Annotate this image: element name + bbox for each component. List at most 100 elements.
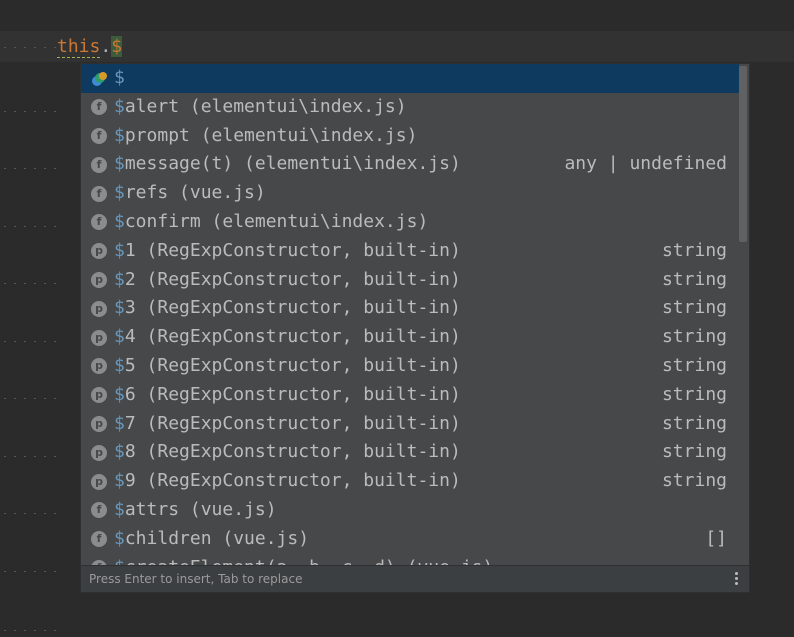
completion-item-label: $5 (RegExpConstructor, built-in) <box>114 352 461 381</box>
completion-item[interactable]: p $3 (RegExpConstructor, built-in) string <box>81 294 739 323</box>
completion-item-prefix: $ <box>114 95 125 117</box>
completion-item[interactable]: p $8 (RegExpConstructor, built-in) string <box>81 438 739 467</box>
code-line[interactable]: this.$ <box>57 35 123 59</box>
completion-item-prefix: $ <box>114 470 125 492</box>
completion-item-label: $4 (RegExpConstructor, built-in) <box>114 323 461 352</box>
indent-guide <box>0 283 58 284</box>
property-icon: p <box>91 243 107 260</box>
completion-item[interactable]: f $attrs (vue.js) <box>81 496 739 525</box>
completion-item-name: 2 (RegExpConstructor, built-in) <box>124 268 461 290</box>
indent-guide <box>0 630 58 631</box>
indent-guide <box>0 168 58 169</box>
function-icon: f <box>91 185 107 202</box>
completion-item-name: 6 (RegExpConstructor, built-in) <box>124 383 461 405</box>
completion-item-type: string <box>661 268 727 290</box>
property-icon: p <box>91 300 107 317</box>
completion-item-label: $refs (vue.js) <box>114 179 266 208</box>
completion-item-type: string <box>661 326 727 348</box>
completion-item[interactable]: p $5 (RegExpConstructor, built-in) string <box>81 352 739 381</box>
completion-item-prefix: $ <box>114 297 125 319</box>
completion-item-name: refs (vue.js) <box>124 182 266 204</box>
completion-footer-hint: Press Enter to insert, Tab to replace <box>89 572 303 586</box>
vue-icon <box>91 70 107 87</box>
completion-item-name: attrs (vue.js) <box>124 498 277 520</box>
function-icon: f <box>91 531 107 548</box>
completion-item-type: string <box>661 470 727 492</box>
completion-item-type: string <box>661 441 727 463</box>
completion-item-name: 3 (RegExpConstructor, built-in) <box>124 297 461 319</box>
completion-popup[interactable]: $ f $alert (elementui\index.js) f $prompt (e… <box>80 63 750 593</box>
completion-item-label: $3 (RegExpConstructor, built-in) <box>114 294 461 323</box>
function-icon: f <box>91 156 107 173</box>
completion-list[interactable]: $ f $alert (elementui\index.js) f $prompt (e… <box>81 64 739 567</box>
completion-item[interactable]: p $1 (RegExpConstructor, built-in) string <box>81 237 739 266</box>
completion-item-type: [] <box>705 527 727 549</box>
completion-item-prefix: $ <box>114 326 125 348</box>
completion-item-prefix: $ <box>114 268 125 290</box>
function-icon: f <box>91 99 107 116</box>
completion-item-label: $9 (RegExpConstructor, built-in) <box>114 467 461 496</box>
completion-item-name: 4 (RegExpConstructor, built-in) <box>124 326 461 348</box>
completion-item-prefix: $ <box>114 498 125 520</box>
completion-item-prefix: $ <box>114 441 125 463</box>
completion-item-type: any | undefined <box>564 153 727 175</box>
property-icon: p <box>91 415 107 432</box>
completion-item-prefix: $ <box>114 354 125 376</box>
completion-item-type: string <box>661 354 727 376</box>
property-icon: p <box>91 473 107 490</box>
completion-item-name: 9 (RegExpConstructor, built-in) <box>124 470 461 492</box>
completion-item[interactable]: p $2 (RegExpConstructor, built-in) string <box>81 266 739 295</box>
code-dot: . <box>100 36 112 57</box>
function-icon: f <box>91 502 107 519</box>
indent-guide <box>0 226 58 227</box>
completion-item[interactable]: p $6 (RegExpConstructor, built-in) string <box>81 381 739 410</box>
completion-item[interactable]: f $children (vue.js) [] <box>81 525 739 554</box>
function-icon: f <box>91 214 107 231</box>
indent-guide <box>0 513 58 514</box>
completion-item-prefix: $ <box>114 124 125 146</box>
completion-item-label: $prompt (elementui\index.js) <box>114 122 417 151</box>
completion-item-label: $attrs (vue.js) <box>114 496 277 525</box>
completion-item-type: string <box>661 239 727 261</box>
indent-guide <box>0 111 58 112</box>
completion-item[interactable]: p $4 (RegExpConstructor, built-in) string <box>81 323 739 352</box>
completion-item-name: 5 (RegExpConstructor, built-in) <box>124 354 461 376</box>
completion-item-name: confirm (elementui\index.js) <box>124 210 429 232</box>
completion-item[interactable]: $ <box>81 64 739 93</box>
completion-item-label: $7 (RegExpConstructor, built-in) <box>114 410 461 439</box>
completion-item-name: children (vue.js) <box>124 527 310 549</box>
completion-item[interactable]: f $confirm (elementui\index.js) <box>81 208 739 237</box>
completion-item-name: prompt (elementui\index.js) <box>124 124 418 146</box>
property-icon: p <box>91 444 107 461</box>
indent-guide <box>0 398 58 399</box>
completion-item-name: message(t) (elementui\index.js) <box>124 153 461 175</box>
editor-top-area <box>0 0 794 30</box>
property-icon: p <box>91 387 107 404</box>
function-icon: f <box>91 127 107 144</box>
completion-item[interactable]: f $prompt (elementui\index.js) <box>81 122 739 151</box>
completion-item-prefix: $ <box>114 182 125 204</box>
code-typed-text: $ <box>111 36 123 57</box>
completion-item[interactable]: p $9 (RegExpConstructor, built-in) string <box>81 467 739 496</box>
completion-item-label: $8 (RegExpConstructor, built-in) <box>114 438 461 467</box>
completion-item-prefix: $ <box>114 210 125 232</box>
completion-item-label: $children (vue.js) <box>114 525 309 554</box>
completion-item[interactable]: f $refs (vue.js) <box>81 179 739 208</box>
completion-item-type: string <box>661 297 727 319</box>
completion-item[interactable]: p $7 (RegExpConstructor, built-in) string <box>81 410 739 439</box>
completion-item-label: $1 (RegExpConstructor, built-in) <box>114 237 461 266</box>
completion-item-prefix: $ <box>114 239 125 261</box>
completion-item-prefix: $ <box>114 527 125 549</box>
completion-item-prefix: $ <box>114 67 125 88</box>
property-icon: p <box>91 358 107 375</box>
completion-scrollbar-thumb[interactable] <box>739 66 747 242</box>
completion-item[interactable]: f $alert (elementui\index.js) <box>81 93 739 122</box>
completion-item-name: 1 (RegExpConstructor, built-in) <box>124 239 461 261</box>
completion-item[interactable]: f $message(t) (elementui\index.js) any | u… <box>81 150 739 179</box>
completion-scrollbar[interactable] <box>737 64 749 567</box>
more-options-icon[interactable] <box>733 571 739 587</box>
indent-guide <box>0 47 58 48</box>
completion-item-label: $confirm (elementui\index.js) <box>114 208 428 237</box>
completion-item-type: string <box>661 383 727 405</box>
completion-item-label: $2 (RegExpConstructor, built-in) <box>114 266 461 295</box>
